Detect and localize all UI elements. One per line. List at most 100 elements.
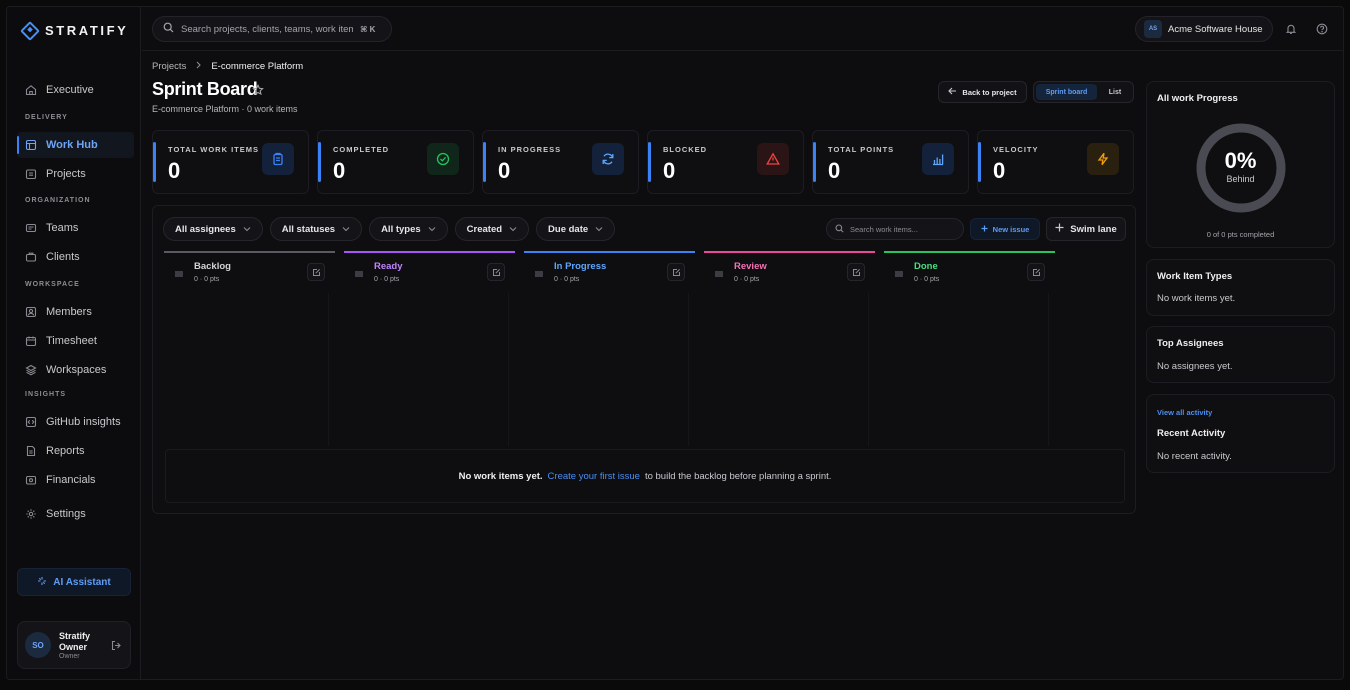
- edit-icon[interactable]: [1027, 263, 1045, 281]
- column-meta: 0 · 0 pts: [734, 276, 760, 283]
- chevron-down-icon: [342, 225, 350, 234]
- top-assignees-card: Top Assignees No assignees yet.: [1146, 326, 1335, 383]
- sidebar-item-settings[interactable]: Settings: [17, 501, 134, 527]
- top-assignees-title: Top Assignees: [1157, 338, 1224, 349]
- sidebar-item-label: Clients: [46, 251, 80, 263]
- sidebar-item-label: GitHub insights: [46, 416, 121, 428]
- sidebar-item-label: Projects: [46, 168, 86, 180]
- edit-icon[interactable]: [307, 263, 325, 281]
- org-switcher[interactable]: AS Acme Software House: [1135, 16, 1273, 42]
- filter-label: All statuses: [281, 223, 336, 235]
- sidebar-item-github-insights[interactable]: GitHub insights: [17, 409, 134, 435]
- nav-organization: ORGANIZATION Teams Clients: [17, 193, 134, 270]
- chevron-down-icon: [428, 225, 436, 234]
- stratify-logo-icon: [20, 20, 40, 41]
- filter-dropdown[interactable]: All statuses: [269, 217, 363, 241]
- stat-label: IN PROGRESS: [498, 145, 562, 154]
- sidebar-item-projects[interactable]: Projects: [17, 161, 134, 187]
- filter-dropdown[interactable]: All types: [369, 217, 448, 241]
- section-label-delivery: DELIVERY: [25, 113, 68, 121]
- filter-dropdown[interactable]: Due date: [536, 217, 616, 241]
- global-search[interactable]: ⌘ K: [152, 16, 392, 42]
- drag-handle-icon[interactable]: [715, 269, 723, 279]
- sidebar-item-financials[interactable]: Financials: [17, 467, 134, 493]
- edit-icon[interactable]: [847, 263, 865, 281]
- filter-bar: All assignees All statuses All types Create…: [163, 217, 616, 241]
- edit-icon[interactable]: [667, 263, 685, 281]
- sidebar-item-executive[interactable]: Executive: [17, 77, 134, 103]
- star-icon[interactable]: [252, 83, 264, 99]
- column-header: Ready 0 · 0 pts: [344, 253, 515, 289]
- filter-dropdown[interactable]: Created: [454, 217, 530, 241]
- filter-dropdown[interactable]: All assignees: [163, 217, 263, 241]
- sidebar-item-reports[interactable]: Reports: [17, 438, 134, 464]
- drag-handle-icon[interactable]: [175, 269, 183, 279]
- board-column: In Progress 0 · 0 pts: [524, 251, 695, 446]
- column-header: Done 0 · 0 pts: [884, 253, 1055, 289]
- avatar: SO: [25, 632, 51, 658]
- stat-label: TOTAL WORK ITEMS: [168, 145, 259, 154]
- sidebar-item-label: Reports: [46, 445, 85, 457]
- create-first-issue-link[interactable]: Create your first issue: [548, 471, 640, 482]
- progress-title: All work Progress: [1157, 93, 1238, 104]
- help-icon[interactable]: [1316, 23, 1328, 38]
- sidebar-item-label: Settings: [46, 508, 86, 520]
- breadcrumb-projects[interactable]: Projects: [152, 61, 186, 72]
- new-issue-button[interactable]: New issue: [970, 218, 1040, 240]
- back-button-label: Back to project: [962, 87, 1017, 97]
- breadcrumb-current[interactable]: E-commerce Platform: [211, 61, 303, 72]
- view-all-activity-link[interactable]: View all activity: [1157, 408, 1212, 417]
- sidebar-item-workspaces[interactable]: Workspaces: [17, 357, 134, 383]
- edit-icon[interactable]: [487, 263, 505, 281]
- sidebar-item-work-hub[interactable]: Work Hub: [17, 132, 134, 158]
- app-window: STRATIFY Executive DELIVERY Work Hub Pro…: [6, 6, 1344, 680]
- recent-activity-empty: No recent activity.: [1157, 451, 1232, 462]
- nav-insights: INSIGHTS GitHub insights Reports Financi…: [17, 387, 134, 493]
- sidebar-item-clients[interactable]: Clients: [17, 244, 134, 270]
- plus-icon: [981, 225, 988, 234]
- section-label-insights: INSIGHTS: [25, 390, 67, 398]
- logout-icon[interactable]: [111, 640, 122, 654]
- stat-value: 0: [828, 158, 841, 183]
- sidebar-item-label: Executive: [46, 84, 94, 96]
- search-input[interactable]: [181, 23, 353, 35]
- bell-icon[interactable]: [1285, 23, 1297, 38]
- sidebar-item-teams[interactable]: Teams: [17, 215, 134, 241]
- swim-lane-button[interactable]: Swim lane: [1046, 217, 1126, 241]
- ai-assistant-button[interactable]: AI Assistant: [17, 568, 131, 596]
- drag-handle-icon[interactable]: [895, 269, 903, 279]
- top-assignees-empty: No assignees yet.: [1157, 361, 1233, 372]
- view-option-sprint-board[interactable]: Sprint board: [1036, 84, 1097, 100]
- board-search-input[interactable]: [850, 224, 960, 234]
- drag-handle-icon[interactable]: [535, 269, 543, 279]
- board-column: Review 0 · 0 pts: [704, 251, 875, 446]
- sidebar-item-label: Timesheet: [46, 335, 97, 347]
- page-title: Sprint Board: [152, 79, 258, 99]
- plus-icon: [1055, 223, 1064, 235]
- warning-icon: [757, 143, 789, 175]
- filter-label: All types: [381, 223, 421, 235]
- board-column: Done 0 · 0 pts: [884, 251, 1055, 446]
- board-search[interactable]: [826, 218, 964, 240]
- swim-lane-label: Swim lane: [1070, 223, 1117, 235]
- view-option-list[interactable]: List: [1099, 84, 1131, 100]
- back-to-project-button[interactable]: Back to project: [938, 81, 1027, 103]
- code-icon: [25, 416, 37, 428]
- column-meta: 0 · 0 pts: [374, 276, 400, 283]
- sidebar-item-timesheet[interactable]: Timesheet: [17, 328, 134, 354]
- stat-value: 0: [663, 158, 676, 183]
- user-role: Owner: [59, 652, 80, 660]
- layers-icon: [25, 364, 37, 376]
- sidebar-item-members[interactable]: Members: [17, 299, 134, 325]
- stat-card: COMPLETED 0: [317, 130, 474, 194]
- user-card[interactable]: SO Stratify Owner Owner: [17, 621, 131, 669]
- new-issue-label: New issue: [992, 224, 1030, 234]
- user-name-line1: Stratify: [59, 630, 91, 641]
- work-item-types-card: Work Item Types No work items yet.: [1146, 259, 1335, 316]
- stats-row: TOTAL WORK ITEMS 0 COMPLETED 0 IN PROGRESS 0 B…: [152, 130, 1134, 194]
- sidebar-item-label: Work Hub: [46, 139, 98, 151]
- logo[interactable]: STRATIFY: [20, 20, 128, 41]
- drag-handle-icon[interactable]: [355, 269, 363, 279]
- chevron-down-icon: [595, 225, 603, 234]
- stat-card: IN PROGRESS 0: [482, 130, 639, 194]
